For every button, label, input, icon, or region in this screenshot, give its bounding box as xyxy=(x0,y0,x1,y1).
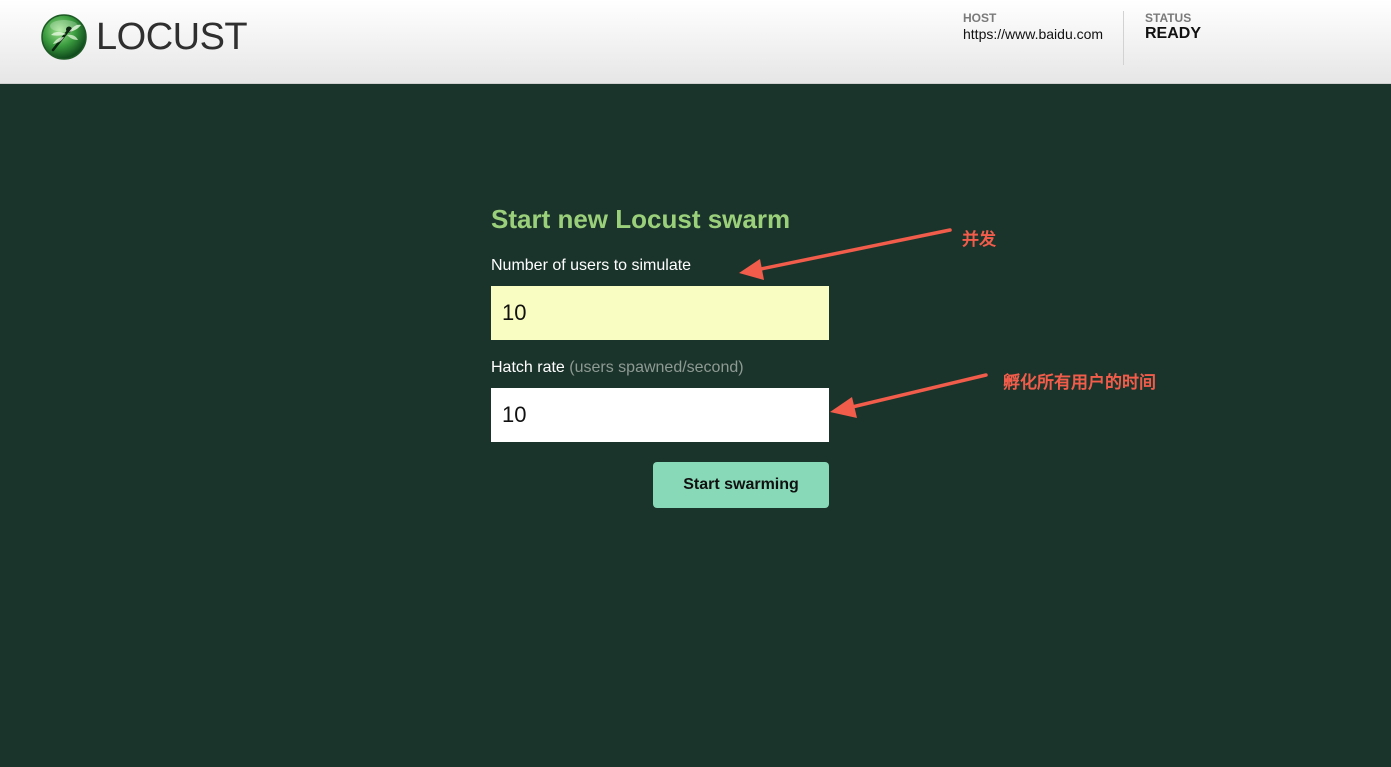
header-divider xyxy=(1123,11,1124,65)
status-info: STATUS READY xyxy=(1145,11,1201,43)
status-value: READY xyxy=(1145,25,1202,42)
status-label: STATUS xyxy=(1145,11,1192,25)
locust-logo[interactable]: LOCUST xyxy=(40,12,248,62)
concurrency-annotation: 并发 xyxy=(962,230,996,250)
hatch-rate-label-text: Hatch rate xyxy=(491,359,565,376)
host-label: HOST xyxy=(963,11,997,25)
form-title: Start new Locust swarm xyxy=(491,204,791,234)
host-info: HOST https://www.baidu.com xyxy=(963,11,1103,42)
hatch-time-arrow xyxy=(830,373,988,418)
locust-dragonfly-logo-icon xyxy=(40,13,88,61)
users-field-label: Number of users to simulate xyxy=(491,257,692,274)
page: LOCUST HOST https://www.baidu.com STATUS… xyxy=(0,0,1391,767)
users-count-input[interactable] xyxy=(491,286,829,340)
hatch-rate-input[interactable] xyxy=(491,388,829,442)
logo-text: LOCUST xyxy=(96,15,248,58)
hatch-rate-hint: (users spawned/second) xyxy=(569,359,744,376)
start-swarming-button[interactable]: Start swarming xyxy=(653,462,829,508)
annotation-arrows xyxy=(739,228,988,418)
hatch-time-annotation: 孵化所有用户的时间 xyxy=(1003,373,1156,393)
concurrency-arrow xyxy=(739,228,952,280)
host-value: https://www.baidu.com xyxy=(963,26,1104,42)
hatch-rate-field-label: Hatch rate (users spawned/second) xyxy=(491,359,744,377)
header-bar: LOCUST HOST https://www.baidu.com STATUS… xyxy=(0,0,1391,84)
